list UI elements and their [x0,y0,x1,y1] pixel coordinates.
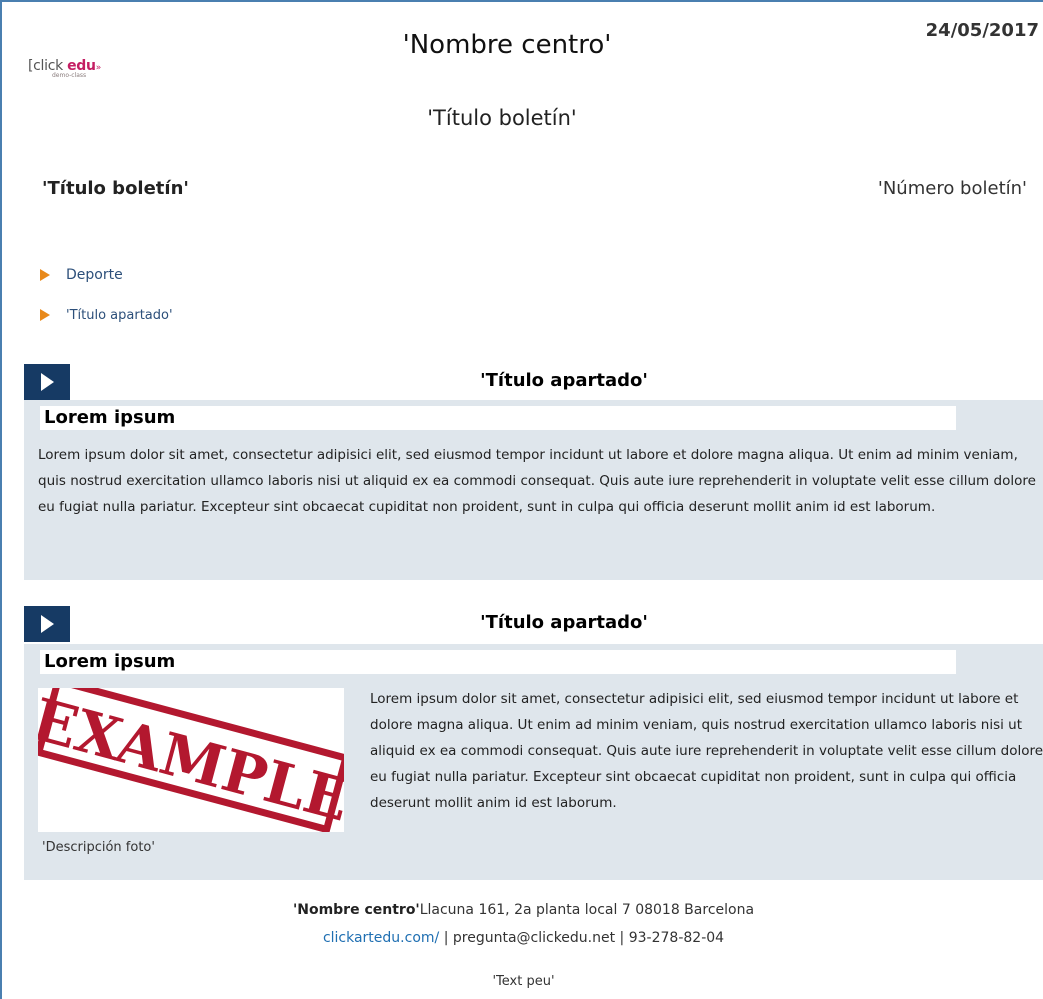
section-header: 'Título apartado' [24,364,1043,400]
footer-website-link[interactable]: clickartedu.com/ [323,930,439,946]
footer-center-name: 'Nombre centro' [292,902,420,918]
footer-separator: | [439,930,453,946]
toc-item-label: 'Título apartado' [66,307,173,323]
photo-caption: 'Descripción foto' [42,840,155,855]
section-title: 'Título apartado' [480,370,648,391]
footer-address: Llacuna 161, 2a planta local 7 08018 Bar… [419,902,755,918]
orange-triangle-icon [40,309,50,321]
toc-item-label: Deporte [66,267,123,283]
section-header: 'Título apartado' [24,606,1043,642]
article-body: Lorem ipsum dolor sit amet, consectetur … [38,447,1036,515]
article-body: Lorem ipsum dolor sit amet, consectetur … [370,691,1043,811]
clickedu-logo: [click edu» demo-class [28,58,138,98]
article-panel: Lorem ipsum EXAMPLE 'Descripción foto' L… [24,644,1043,880]
stamp-text: EXAMPLE [38,688,344,832]
bulletin-title-heading: 'Título boletín' [427,106,577,130]
footer-address-line: 'Nombre centro'Llacuna 161, 2a planta lo… [2,902,1043,918]
article-panel: Lorem ipsum Lorem ipsum dolor sit amet, … [24,400,1043,580]
example-stamp-graphic: EXAMPLE [38,688,344,832]
example-stamp-image: EXAMPLE [38,688,344,832]
bulletin-number-label: 'Número boletín' [877,178,1027,199]
section-title: 'Título apartado' [480,612,648,633]
footer-separator: | [615,930,629,946]
toc-item-titulo-apartado[interactable]: 'Título apartado' [40,295,173,335]
newsletter-page: [click edu» demo-class 24/05/2017 'Nombr… [0,0,1043,999]
table-of-contents: Deporte 'Título apartado' [40,255,173,335]
article-title: Lorem ipsum [40,406,956,430]
footer-phone: 93-278-82-04 [628,930,725,946]
center-name-heading: 'Nombre centro' [402,30,612,60]
bulletin-title-label: 'Título boletín' [42,178,189,199]
footer-text-peu: 'Text peu' [492,974,555,989]
toc-item-deporte[interactable]: Deporte [40,255,173,295]
orange-triangle-icon [40,269,50,281]
footer-contact-line: clickartedu.com/ | pregunta@clickedu.net… [2,930,1043,946]
article-title: Lorem ipsum [40,650,956,674]
footer-email[interactable]: pregunta@clickedu.net [453,930,615,946]
